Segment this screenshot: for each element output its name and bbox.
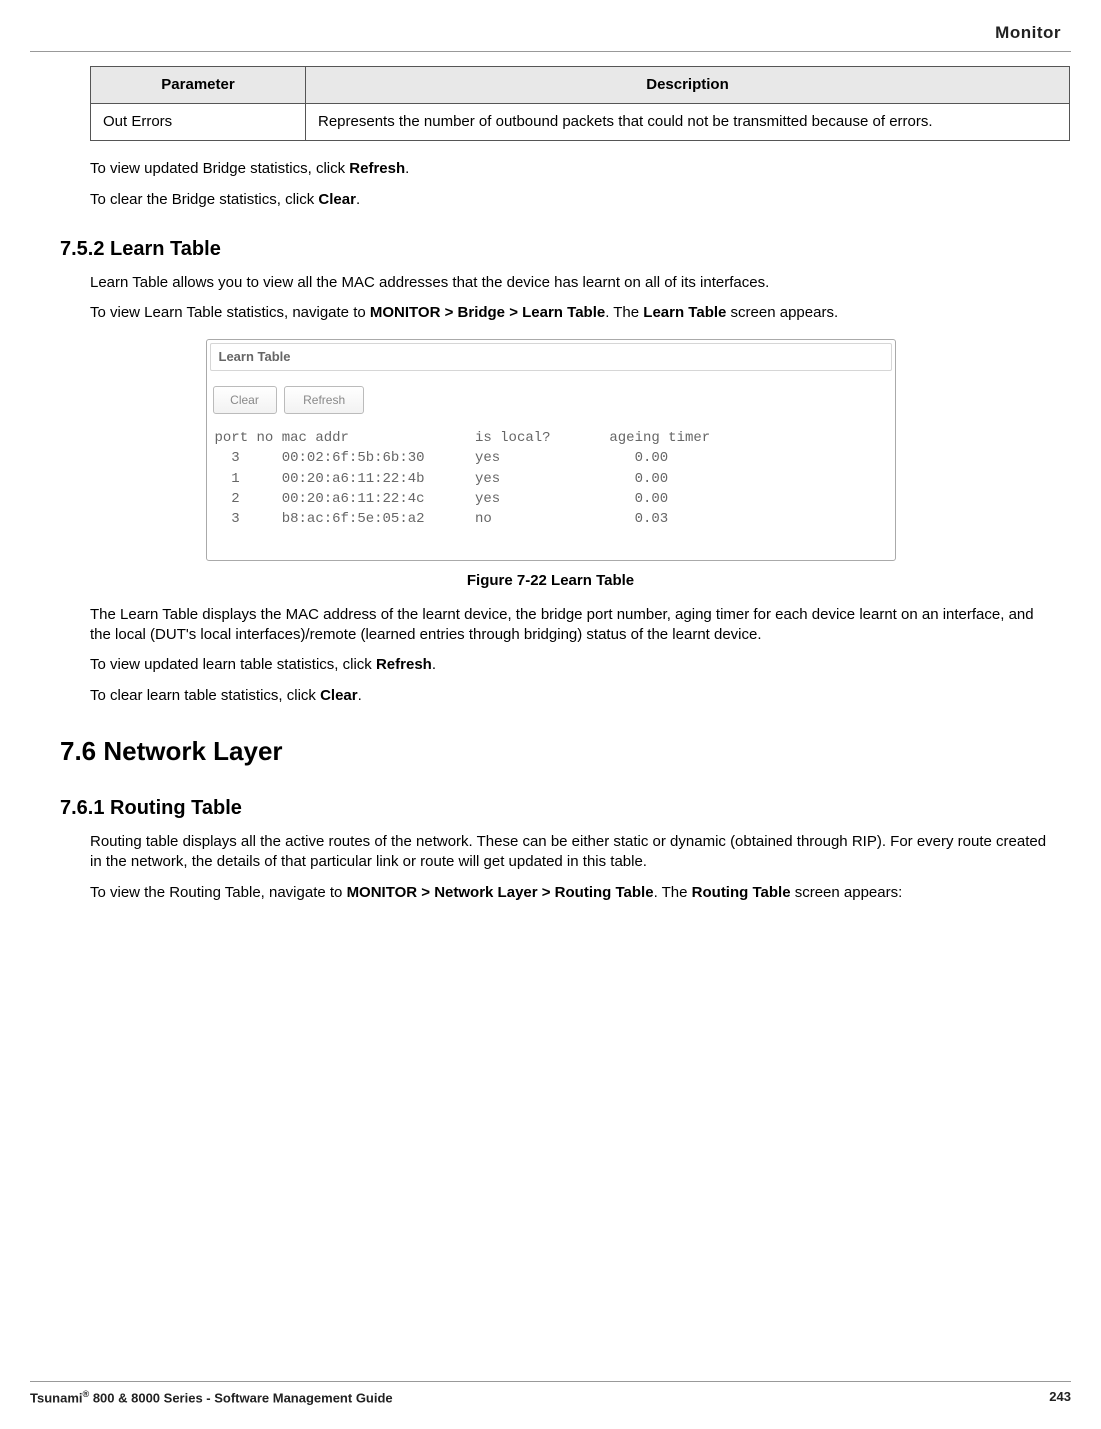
heading-learn-table: 7.5.2 Learn Table [60,236,1071,263]
refresh-button[interactable]: Refresh [284,386,364,414]
refresh-keyword: Refresh [349,160,405,177]
text: . The [654,884,692,901]
header-rule [30,51,1071,52]
screen-name: Learn Table [643,304,726,321]
clear-keyword: Clear [320,687,358,704]
page-number: 243 [1049,1388,1071,1407]
mono-row: 1 00:20:a6:11:22:4b yes 0.00 [215,471,669,487]
clear-keyword: Clear [318,191,356,208]
refresh-keyword: Refresh [376,656,432,673]
text: Tsunami [30,1390,83,1405]
text: To view updated Bridge statistics, click [90,160,349,177]
paragraph: To view updated Bridge statistics, click… [90,159,1031,179]
col-parameter-header: Parameter [91,66,306,103]
text: 800 & 8000 Series - Software Management … [89,1390,392,1405]
cell-param: Out Errors [91,104,306,141]
text: . The [605,304,643,321]
text: . [356,191,360,208]
parameter-table: Parameter Description Out Errors Represe… [90,66,1070,142]
paragraph: To clear the Bridge statistics, click Cl… [90,190,1031,210]
footer-rule [30,1381,1071,1382]
table-row: Out Errors Represents the number of outb… [91,104,1070,141]
nav-path: MONITOR > Bridge > Learn Table [370,304,605,321]
cell-desc: Represents the number of outbound packet… [306,104,1070,141]
paragraph: To clear learn table statistics, click C… [90,686,1031,706]
paragraph: Learn Table allows you to view all the M… [90,273,1031,293]
mono-row: 2 00:20:a6:11:22:4c yes 0.00 [215,491,669,507]
footer-doc-title: Tsunami® 800 & 8000 Series - Software Ma… [30,1388,393,1407]
mono-row: 3 00:02:6f:5b:6b:30 yes 0.00 [215,450,669,466]
page-header-section: Monitor [30,22,1071,45]
learn-table-data: port no mac addr is local? ageing timer … [215,428,887,529]
text: To view the Routing Table, navigate to [90,884,347,901]
text: To view Learn Table statistics, navigate… [90,304,370,321]
paragraph: To view Learn Table statistics, navigate… [90,303,1031,323]
panel-title: Learn Table [210,343,892,371]
nav-path: MONITOR > Network Layer > Routing Table [347,884,654,901]
learn-table-panel: Learn Table Clear Refresh port no mac ad… [206,339,896,560]
clear-button[interactable]: Clear [213,386,277,414]
text: . [405,160,409,177]
text: screen appears: [791,884,903,901]
heading-routing-table: 7.6.1 Routing Table [60,795,1071,822]
text: . [358,687,362,704]
heading-network-layer: 7.6 Network Layer [60,734,1071,769]
col-description-header: Description [306,66,1070,103]
paragraph: To view updated learn table statistics, … [90,655,1031,675]
text: To clear the Bridge statistics, click [90,191,318,208]
mono-row: 3 b8:ac:6f:5e:05:a2 no 0.03 [215,511,669,527]
screen-name: Routing Table [692,884,791,901]
paragraph: Routing table displays all the active ro… [90,832,1051,873]
text: To clear learn table statistics, click [90,687,320,704]
page-footer: Tsunami® 800 & 8000 Series - Software Ma… [30,1381,1071,1407]
paragraph: To view the Routing Table, navigate to M… [90,883,1051,903]
mono-header: port no mac addr is local? ageing timer [215,430,711,446]
text: screen appears. [726,304,838,321]
text: To view updated learn table statistics, … [90,656,376,673]
panel-button-row: Clear Refresh [207,374,895,428]
paragraph: The Learn Table displays the MAC address… [90,605,1051,646]
figure-caption: Figure 7-22 Learn Table [206,571,896,591]
text: . [432,656,436,673]
